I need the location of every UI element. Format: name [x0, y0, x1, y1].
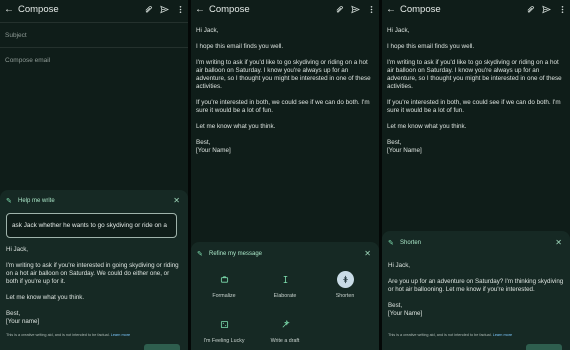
option-formalize[interactable]: Formalize — [199, 271, 249, 299]
draft-line: [Your Name] — [388, 310, 423, 317]
send-icon[interactable] — [156, 5, 172, 14]
option-label: Formalize — [212, 293, 236, 299]
more-vert-icon[interactable] — [172, 5, 188, 14]
disclaimer-text: This is a creative writing aid, and is n… — [388, 333, 492, 337]
body-line: If you're interested in both, we could s… — [196, 99, 370, 114]
page-title: Compose — [18, 3, 59, 15]
app-bar: ← Compose — [191, 0, 379, 18]
prompt-input[interactable]: ask Jack whether he wants to go skydivin… — [6, 213, 177, 238]
body-line: Let me know what you think. — [196, 123, 276, 130]
back-arrow-icon[interactable]: ← — [0, 4, 18, 15]
insert-button[interactable] — [526, 344, 562, 350]
sheet-header: ✎ Help me write — [6, 197, 55, 205]
page-title: Compose — [209, 3, 250, 15]
body-line: I'm writing to ask if you'd like to go s… — [387, 59, 562, 90]
option-label: Elaborate — [273, 293, 297, 299]
sheet-header: ✎ Shorten — [388, 239, 421, 247]
sparkle-pen-icon: ✎ — [197, 251, 203, 258]
attach-icon[interactable] — [522, 5, 538, 14]
text-cursor-icon — [277, 271, 294, 288]
send-icon[interactable] — [538, 5, 554, 14]
app-bar: ← Compose — [0, 0, 188, 18]
app-bar: ← Compose — [382, 0, 570, 18]
more-vert-icon[interactable] — [554, 5, 570, 14]
disclaimer: This is a creative writing aid, and is n… — [6, 333, 130, 337]
sheet-header: ✎ Refine my message — [197, 250, 262, 258]
dice-icon — [216, 316, 233, 333]
disclaimer: This is a creative writing aid, and is n… — [388, 333, 512, 337]
option-write-draft[interactable]: Write a draft — [260, 316, 310, 344]
option-label: I'm Feeling Lucky — [203, 338, 245, 344]
body-line: Hi Jack, — [196, 27, 219, 34]
generated-draft: Hi Jack, I'm writing to ask if you're in… — [6, 246, 182, 326]
compose-screen-refine: ← Compose Hi Jack, I hope this email fin… — [191, 0, 379, 350]
sparkle-pen-icon: ✎ — [388, 240, 394, 247]
generated-draft: Hi Jack, Are you up for an adventure on … — [388, 262, 564, 318]
close-icon[interactable]: ✕ — [173, 196, 180, 205]
page-title: Compose — [400, 3, 441, 15]
divider — [0, 47, 188, 48]
body-line: I'm writing to ask if you'd like to go s… — [196, 59, 371, 90]
body-line: Let me know what you think. — [387, 123, 467, 130]
send-icon[interactable] — [347, 5, 363, 14]
body-line: I hope this email finds you well. — [196, 43, 284, 50]
close-icon[interactable]: ✕ — [555, 238, 562, 247]
attach-icon[interactable] — [331, 5, 347, 14]
body-line: Best, — [387, 139, 402, 146]
draft-line: Let me know what you think. — [6, 294, 85, 301]
body-line: Hi Jack, — [387, 27, 410, 34]
email-body[interactable]: Hi Jack, I hope this email finds you wel… — [196, 27, 374, 155]
body-line: [Your Name] — [387, 147, 422, 154]
insert-button[interactable] — [144, 344, 180, 350]
option-label: Write a draft — [270, 338, 300, 344]
body-line: Best, — [196, 139, 211, 146]
back-arrow-icon[interactable]: ← — [382, 4, 400, 15]
subject-field[interactable]: Subject — [5, 32, 27, 39]
body-line: [Your Name] — [196, 147, 231, 154]
body-line: I hope this email finds you well. — [387, 43, 475, 50]
option-shorten[interactable]: Shorten — [320, 271, 370, 299]
shrink-icon — [336, 271, 354, 288]
option-elaborate[interactable]: Elaborate — [260, 271, 310, 299]
back-arrow-icon[interactable]: ← — [191, 4, 209, 15]
compose-screen-shorten: ← Compose Hi Jack, I hope this email fin… — [382, 0, 570, 350]
sheet-title: Help me write — [18, 198, 55, 204]
compose-email-field[interactable]: Compose email — [5, 57, 50, 64]
email-body[interactable]: Hi Jack, I hope this email finds you wel… — [387, 27, 565, 155]
attach-icon[interactable] — [140, 5, 156, 14]
briefcase-icon — [216, 271, 233, 288]
draft-line: I'm writing to ask if you're interested … — [6, 262, 179, 285]
draft-line: Best, — [388, 302, 403, 309]
draft-line: Hi Jack, — [388, 262, 411, 269]
sheet-title: Refine my message — [209, 251, 263, 257]
disclaimer-text: This is a creative writing aid, and is n… — [6, 333, 110, 337]
body-line: If you're interested in both, we could s… — [387, 99, 561, 114]
draft-line: Hi Jack, — [6, 246, 29, 253]
draft-line: Best, — [6, 310, 21, 317]
close-icon[interactable]: ✕ — [364, 249, 371, 258]
compose-screen-help-me-write: ← Compose Subject Compose email ✎ Help m… — [0, 0, 188, 350]
sparkle-pen-icon: ✎ — [6, 198, 12, 205]
draft-line: [Your name] — [6, 318, 40, 325]
sheet-title: Shorten — [400, 240, 422, 246]
more-vert-icon[interactable] — [363, 5, 379, 14]
divider — [0, 22, 188, 23]
option-label: Shorten — [335, 293, 355, 299]
learn-more-link[interactable]: Learn more — [111, 333, 130, 337]
learn-more-link[interactable]: Learn more — [493, 333, 512, 337]
option-feeling-lucky[interactable]: I'm Feeling Lucky — [199, 316, 249, 344]
draft-line: Are you up for an adventure on Saturday?… — [388, 278, 564, 293]
sparkle-pen-icon — [277, 316, 294, 333]
